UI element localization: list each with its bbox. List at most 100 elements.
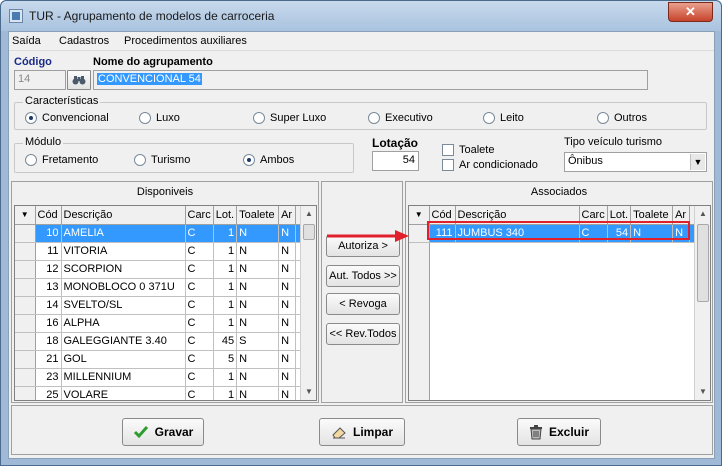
radio-super-luxo[interactable]: Super Luxo — [253, 112, 326, 124]
table-cell: C — [185, 350, 214, 369]
associados-scrollbar[interactable]: ▲ ▼ — [694, 206, 710, 400]
table-cell: MILLENNIUM — [61, 368, 186, 387]
table-cell — [631, 260, 673, 278]
revoga-button[interactable]: < Revoga — [326, 293, 400, 315]
tipo-veiculo-select[interactable]: Ônibus ▼ — [564, 152, 707, 172]
radio-indicator — [243, 154, 255, 166]
table-row[interactable]: 12 SCORPION C 1 N N — [15, 260, 302, 279]
column-header[interactable]: Toalete — [236, 206, 280, 225]
radio-convencional[interactable]: Convencional — [25, 112, 109, 124]
table-cell: 1 — [213, 368, 238, 387]
table-cell: VITORIA — [61, 242, 186, 261]
row-indicator — [15, 296, 36, 315]
table-cell: N — [278, 224, 297, 243]
table-row[interactable]: 16 ALPHA C 1 N N — [15, 314, 302, 333]
menu-bar: Saída Cadastros Procedimentos auxiliares — [9, 32, 714, 51]
gravar-button[interactable]: Gravar — [122, 418, 204, 446]
lotacao-field[interactable]: 54 — [372, 151, 419, 171]
table-cell: N — [278, 368, 297, 387]
radio-executivo[interactable]: Executivo — [368, 112, 433, 124]
row-indicator — [409, 278, 430, 296]
aut-todos-button[interactable]: Aut. Todos >> — [326, 265, 400, 287]
action-bar: Gravar Limpar Excluir — [11, 405, 713, 455]
table-cell — [455, 242, 579, 260]
modulo-group: Módulo Fretamento Turismo Ambos — [14, 136, 354, 173]
table-row[interactable] — [409, 314, 695, 332]
radio-outros[interactable]: Outros — [597, 112, 647, 124]
table-row[interactable] — [409, 242, 695, 260]
disponiveis-grid[interactable]: ▼ Cód Descrição Carc Lot. Toalete Ar 10 AMELIA C… — [14, 205, 317, 401]
table-cell: N — [278, 278, 297, 297]
table-row[interactable]: 11 VITORIA C 1 N N — [15, 242, 302, 261]
scroll-thumb[interactable] — [303, 224, 315, 240]
table-row[interactable]: 10 AMELIA C 1 N N — [15, 224, 302, 243]
column-header[interactable]: Ar — [278, 206, 297, 225]
table-cell: 21 — [35, 350, 62, 369]
table-cell — [631, 386, 673, 400]
radio-fretamento[interactable]: Fretamento — [25, 154, 98, 166]
codigo-field[interactable]: 14 — [14, 70, 66, 90]
scroll-up-icon[interactable]: ▲ — [695, 206, 710, 222]
scroll-up-icon[interactable]: ▲ — [301, 206, 316, 222]
limpar-button[interactable]: Limpar — [319, 418, 405, 446]
column-header[interactable]: Carc — [185, 206, 214, 225]
column-header[interactable]: Descrição — [61, 206, 186, 225]
menu-procedimentos-auxiliares[interactable]: Procedimentos auxiliares — [124, 35, 247, 47]
menu-cadastros[interactable]: Cadastros — [59, 35, 109, 47]
table-cell — [673, 350, 690, 368]
table-row[interactable]: 18 GALEGGIANTE 3.40 C 45 S N — [15, 332, 302, 351]
table-row[interactable]: 25 VOLARE C 1 N N — [15, 386, 302, 400]
table-cell: 1 — [213, 278, 238, 297]
radio-turismo[interactable]: Turismo — [134, 154, 190, 166]
table-row[interactable] — [409, 350, 695, 368]
menu-saida[interactable]: Saída — [12, 35, 41, 47]
table-cell — [631, 314, 673, 332]
table-row[interactable] — [409, 278, 695, 296]
table-row[interactable] — [409, 386, 695, 400]
radio-luxo[interactable]: Luxo — [139, 112, 180, 124]
table-cell — [631, 242, 673, 260]
rev-todos-button[interactable]: << Rev.Todos — [326, 323, 400, 345]
excluir-button[interactable]: Excluir — [517, 418, 601, 446]
eraser-icon — [332, 427, 346, 439]
sort-indicator-icon: ▼ — [409, 206, 430, 225]
table-cell: N — [236, 260, 280, 279]
table-row[interactable] — [409, 260, 695, 278]
table-cell: 5 — [213, 350, 238, 369]
column-header[interactable]: Cód — [35, 206, 62, 225]
search-button[interactable] — [67, 70, 91, 90]
table-cell: SCORPION — [61, 260, 186, 279]
scroll-down-icon[interactable]: ▼ — [301, 384, 316, 400]
chevron-down-icon[interactable]: ▼ — [690, 154, 705, 170]
check-ar-condicionado[interactable]: Ar condicionado — [442, 159, 538, 171]
table-cell — [455, 260, 579, 278]
table-row[interactable] — [409, 332, 695, 350]
radio-ambos[interactable]: Ambos — [243, 154, 294, 166]
disponiveis-panel: Disponiveis ▼ Cód Descrição Carc Lot. Toalete… — [11, 181, 319, 403]
check-toalete[interactable]: Toalete — [442, 144, 494, 156]
table-row[interactable]: 21 GOL C 5 N N — [15, 350, 302, 369]
scroll-down-icon[interactable]: ▼ — [695, 384, 710, 400]
table-cell: 45 — [213, 332, 238, 351]
scroll-thumb[interactable] — [697, 224, 709, 302]
excluir-label: Excluir — [548, 425, 590, 439]
table-cell — [673, 242, 690, 260]
table-cell: 1 — [213, 314, 238, 333]
radio-leito[interactable]: Leito — [483, 112, 524, 124]
table-row[interactable]: 13 MONOBLOCO 0 371U C 1 N N — [15, 278, 302, 297]
column-header[interactable]: Lot. — [213, 206, 238, 225]
table-cell: 13 — [35, 278, 62, 297]
table-cell: N — [236, 278, 280, 297]
close-button[interactable]: ✕ — [668, 2, 713, 22]
table-cell: GALEGGIANTE 3.40 — [61, 332, 186, 351]
table-cell — [607, 296, 630, 314]
associados-panel: Associados ▼ Cód Descrição Carc Lot. Toalete A… — [405, 181, 713, 403]
disponiveis-scrollbar[interactable]: ▲ ▼ — [300, 206, 316, 400]
nome-field[interactable]: CONVENCIONAL 54 — [93, 70, 648, 90]
table-row[interactable]: 23 MILLENNIUM C 1 N N — [15, 368, 302, 387]
table-row[interactable] — [409, 296, 695, 314]
table-row[interactable]: 14 SVELTO/SL C 1 N N — [15, 296, 302, 315]
table-cell — [455, 350, 579, 368]
radio-label: Executivo — [385, 112, 433, 124]
table-row[interactable] — [409, 368, 695, 386]
